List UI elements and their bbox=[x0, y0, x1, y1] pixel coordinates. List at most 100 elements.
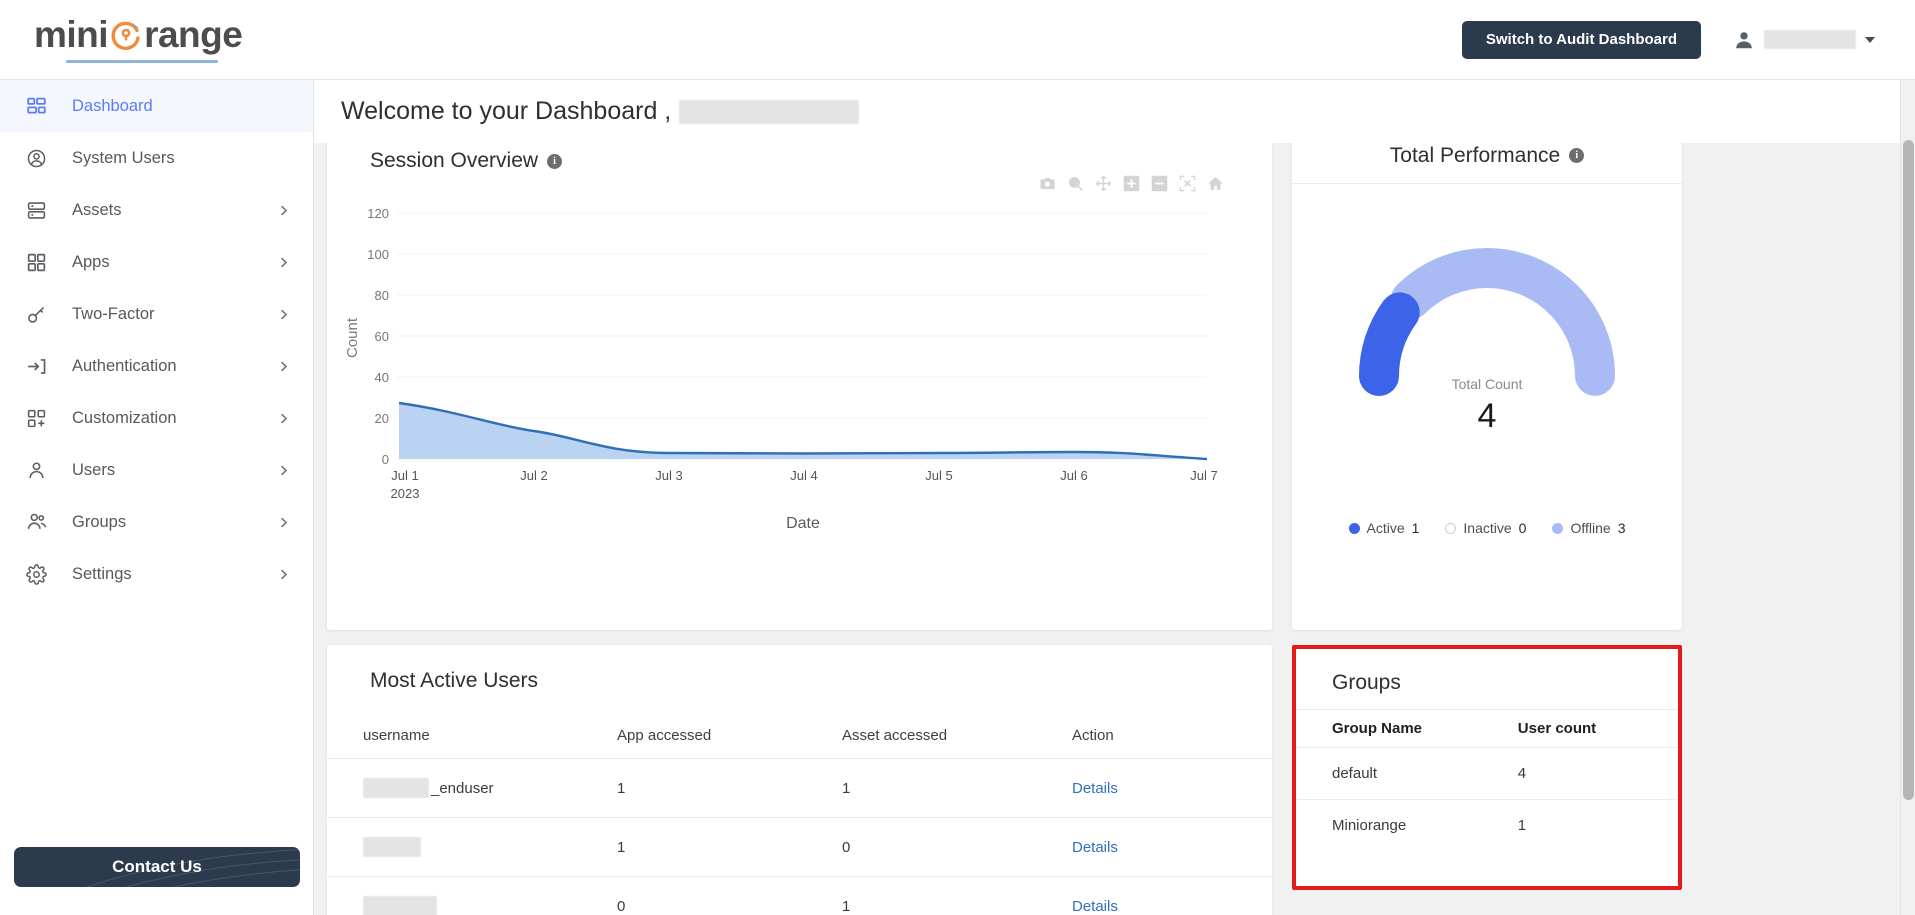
username-suffix: _enduser bbox=[431, 779, 494, 797]
chevron-right-icon bbox=[276, 203, 291, 218]
contact-us-button[interactable]: Contact Us bbox=[14, 847, 300, 887]
chevron-down-icon[interactable] bbox=[1865, 36, 1875, 43]
cell-app-accessed: 0 bbox=[617, 876, 842, 915]
gauge-center-label: Total Count bbox=[1451, 376, 1523, 392]
sidebar: Dashboard System Users Assets Apps Two-F… bbox=[0, 80, 314, 915]
logo-text-mini: mini bbox=[34, 14, 109, 55]
username-redacted bbox=[363, 896, 437, 915]
top-bar: mini range Switch to Audit Dashboard bbox=[0, 0, 1915, 80]
legend-item-offline[interactable]: Offline 3 bbox=[1552, 520, 1625, 536]
sidebar-item-label: System Users bbox=[72, 148, 175, 167]
chevron-right-icon bbox=[276, 411, 291, 426]
sidebar-item-label: Dashboard bbox=[72, 96, 153, 115]
chart-y-ticks: 120 100 80 60 40 20 0 bbox=[367, 206, 389, 467]
svg-text:60: 60 bbox=[375, 329, 389, 344]
svg-text:Jul 3: Jul 3 bbox=[655, 468, 682, 483]
session-overview-chart[interactable]: 120 100 80 60 40 20 0 Count Jul 1 2023 J… bbox=[327, 183, 1272, 603]
user-menu[interactable] bbox=[1733, 29, 1875, 51]
sidebar-item-assets[interactable]: Assets bbox=[0, 184, 313, 236]
column-header-username: username bbox=[327, 713, 617, 759]
sidebar-item-label: Two-Factor bbox=[72, 304, 155, 323]
cell-group-name: Miniorange bbox=[1332, 817, 1407, 834]
sidebar-item-apps[interactable]: Apps bbox=[0, 236, 313, 288]
details-link[interactable]: Details bbox=[1072, 758, 1272, 818]
scrollbar-thumb[interactable] bbox=[1903, 140, 1914, 800]
username-redacted bbox=[363, 778, 429, 798]
column-header-asset-accessed: Asset accessed bbox=[842, 713, 1072, 759]
dashboard-page: mini range Switch to Audit Dashboard Das… bbox=[0, 0, 1915, 915]
gear-icon bbox=[26, 563, 52, 585]
sidebar-item-users[interactable]: Users bbox=[0, 444, 313, 496]
sidebar-item-customization[interactable]: Customization bbox=[0, 392, 313, 444]
chevron-right-icon bbox=[276, 255, 291, 270]
switch-to-audit-dashboard-button[interactable]: Switch to Audit Dashboard bbox=[1461, 20, 1701, 59]
most-active-users-title: Most Active Users bbox=[370, 669, 539, 692]
performance-legend: Active 1 Inactive 0 Offline 3 bbox=[1292, 520, 1682, 536]
sidebar-item-settings[interactable]: Settings bbox=[0, 548, 313, 600]
logo-text: mini range bbox=[34, 14, 243, 55]
brand-logo[interactable]: mini range bbox=[34, 14, 243, 63]
legend-value-active: 1 bbox=[1411, 520, 1420, 536]
groups-table: Group Name User count default 4 Minioran… bbox=[1296, 709, 1678, 851]
dashboard-scroll-area: Session Overview i 120 100 80 60 40 20 0… bbox=[314, 128, 1915, 915]
svg-text:Jul 2: Jul 2 bbox=[520, 468, 547, 483]
legend-item-active[interactable]: Active 1 bbox=[1348, 520, 1420, 536]
performance-gauge: Total Count 4 bbox=[1292, 184, 1682, 514]
svg-text:40: 40 bbox=[375, 370, 389, 385]
area-chart-svg: 120 100 80 60 40 20 0 Count Jul 1 2023 J… bbox=[344, 206, 1218, 532]
sidebar-item-two-factor[interactable]: Two-Factor bbox=[0, 288, 313, 340]
info-icon[interactable]: i bbox=[1569, 148, 1585, 163]
key-icon bbox=[26, 304, 52, 325]
legend-value-inactive: 0 bbox=[1518, 520, 1527, 536]
cell-user-count: 1 bbox=[1517, 817, 1527, 834]
cell-app-accessed: 1 bbox=[617, 817, 842, 877]
logo-underline bbox=[66, 60, 218, 63]
legend-dot-active bbox=[1348, 522, 1360, 534]
person-icon bbox=[26, 460, 52, 481]
gauge-center-readout: Total Count 4 bbox=[1292, 376, 1682, 436]
table-row: Miniorange 1 bbox=[1296, 800, 1678, 852]
welcome-name-redacted bbox=[679, 99, 860, 124]
vertical-scrollbar[interactable] bbox=[1900, 80, 1915, 915]
cell-user-count: 4 bbox=[1517, 747, 1678, 800]
main-content: Welcome to your Dashboard , Session Over… bbox=[314, 80, 1915, 915]
svg-text:20: 20 bbox=[375, 411, 389, 426]
chevron-right-icon bbox=[276, 463, 291, 478]
sidebar-item-system-users[interactable]: System Users bbox=[0, 132, 313, 184]
svg-text:Jul 1: Jul 1 bbox=[391, 468, 418, 483]
svg-text:120: 120 bbox=[367, 206, 389, 221]
grid-plus-icon bbox=[26, 408, 52, 429]
column-header-user-count: User count bbox=[1517, 709, 1678, 748]
sidebar-item-authentication[interactable]: Authentication bbox=[0, 340, 313, 392]
chevron-right-icon bbox=[276, 307, 291, 322]
login-arrow-icon bbox=[26, 356, 52, 377]
apps-grid-icon bbox=[26, 252, 52, 273]
svg-text:Jul 4: Jul 4 bbox=[790, 468, 817, 483]
session-overview-title-text: Session Overview bbox=[370, 149, 539, 172]
cell-app-accessed: 1 bbox=[617, 758, 842, 818]
most-active-users-card: Most Active Users username App accessed … bbox=[327, 645, 1272, 915]
total-performance-card: Total Performance i Total Count 4 Active… bbox=[1292, 128, 1682, 630]
legend-item-inactive[interactable]: Inactive 0 bbox=[1445, 520, 1526, 536]
info-icon[interactable]: i bbox=[547, 153, 563, 169]
details-link[interactable]: Details bbox=[1072, 876, 1272, 915]
chevron-right-icon bbox=[276, 567, 291, 582]
top-bar-right: Switch to Audit Dashboard bbox=[1461, 20, 1875, 59]
svg-text:2023: 2023 bbox=[391, 486, 420, 501]
details-link[interactable]: Details bbox=[1072, 817, 1272, 877]
logo-text-range: range bbox=[144, 14, 243, 55]
sidebar-item-groups[interactable]: Groups bbox=[0, 496, 313, 548]
page-title: Welcome to your Dashboard , bbox=[341, 97, 860, 126]
sidebar-item-dashboard[interactable]: Dashboard bbox=[0, 80, 313, 132]
chart-y-axis-label: Count bbox=[344, 317, 361, 358]
sidebar-item-label: Users bbox=[72, 460, 116, 479]
welcome-bar: Welcome to your Dashboard , bbox=[314, 80, 1915, 143]
sidebar-item-label: Groups bbox=[72, 512, 127, 531]
legend-label-offline: Offline bbox=[1570, 520, 1611, 536]
table-row: _enduser 1 1 Details bbox=[327, 758, 1272, 818]
total-performance-title-text: Total Performance bbox=[1389, 143, 1561, 167]
username-redacted bbox=[363, 837, 421, 857]
svg-text:0: 0 bbox=[382, 452, 389, 467]
welcome-prefix: Welcome to your Dashboard , bbox=[341, 97, 672, 125]
svg-text:100: 100 bbox=[367, 247, 389, 262]
